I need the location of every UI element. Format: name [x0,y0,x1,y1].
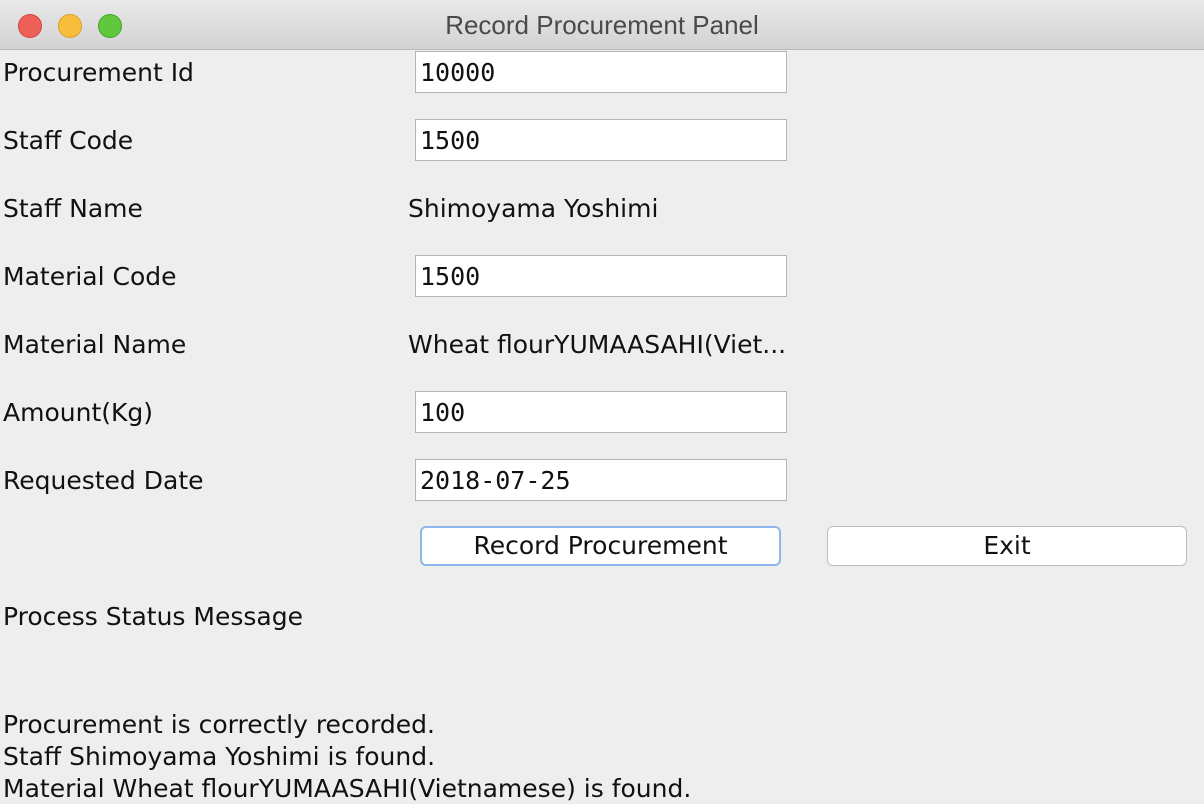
procurement-id-label: Procurement Id [3,58,194,87]
material-code-field[interactable] [415,255,787,297]
status-heading: Process Status Message [3,602,303,631]
status-line: Procurement is correctly recorded. [3,710,435,739]
staff-name-value: Shimoyama Yoshimi [408,194,659,223]
staff-code-field[interactable] [415,119,787,161]
title-bar[interactable]: Record Procurement Panel [0,0,1204,50]
status-line: Staff Shimoyama Yoshimi is found. [3,742,436,771]
material-name-value: Wheat flourYUMAASAHI(Viet... [408,330,787,359]
material-name-label: Material Name [3,330,187,359]
procurement-id-field[interactable] [415,51,787,93]
exit-button[interactable]: Exit [827,526,1187,566]
status-line: Material Wheat flourYUMAASAHI(Vietnamese… [3,774,692,803]
record-procurement-button[interactable]: Record Procurement [420,526,781,566]
record-procurement-window: Record Procurement Panel Procurement Id … [0,0,1204,804]
staff-code-label: Staff Code [3,126,134,155]
amount-label: Amount(Kg) [3,398,154,427]
requested-date-field[interactable] [415,459,787,501]
window-title: Record Procurement Panel [445,10,759,40]
staff-name-label: Staff Name [3,194,143,223]
amount-field[interactable] [415,391,787,433]
requested-date-label: Requested Date [3,466,204,495]
material-code-label: Material Code [3,262,177,291]
